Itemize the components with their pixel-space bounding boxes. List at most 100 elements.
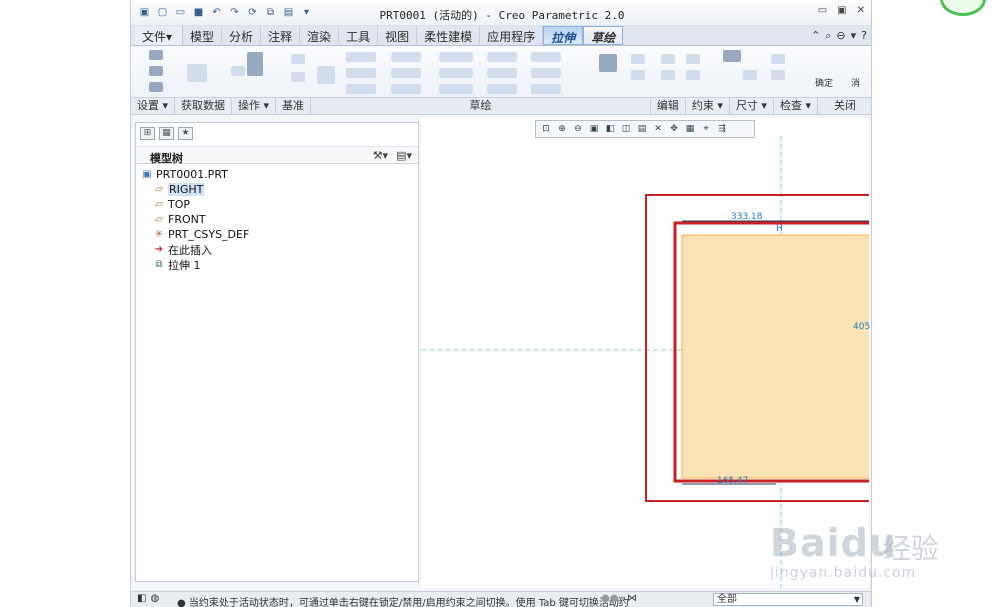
group-close: 关闭 — [818, 98, 871, 115]
fillet-icon[interactable] — [439, 52, 473, 62]
arc-icon[interactable] — [391, 52, 421, 62]
maximize-icon[interactable]: ▣ — [837, 5, 846, 16]
group-dimension[interactable]: 尺寸 ▾ — [730, 98, 774, 115]
tab-render[interactable]: 渲染 — [300, 26, 340, 45]
model-tree-tab-icon[interactable]: ⊞ — [140, 127, 155, 140]
datum-plane-icon: ▱ — [155, 214, 163, 225]
divide-icon[interactable] — [631, 70, 645, 80]
tree-node-front[interactable]: ▱ FRONT — [140, 212, 249, 227]
circle-icon[interactable] — [346, 84, 376, 94]
tree-node-label: PRT_CSYS_DEF — [168, 228, 250, 241]
insert-arrow-icon: ➜ — [154, 244, 164, 255]
tab-annotate[interactable]: 注释 — [261, 26, 301, 45]
centerline-icon[interactable] — [291, 54, 305, 64]
mirror-icon[interactable] — [631, 54, 645, 64]
horizontal-constraint-icon[interactable] — [661, 70, 675, 80]
dimension-right-value[interactable]: 405.85 — [853, 322, 871, 332]
group-setup[interactable]: 设置 ▾ — [131, 98, 176, 115]
status-message: ● 当约束处于活动状态时，可通过单击右键在锁定/禁用/启用约束之间切换。使用 T… — [177, 598, 629, 607]
chamfer-icon[interactable] — [439, 68, 473, 78]
dimension-top-value[interactable]: 333.18 — [731, 212, 763, 222]
search-icon[interactable]: ⌕ — [825, 29, 831, 43]
tree-node-csys[interactable]: ✳ PRT_CSYS_DEF — [140, 227, 250, 242]
settings-icon[interactable]: ⊖ — [836, 29, 845, 43]
collapse-ribbon-icon[interactable]: ⌃ — [811, 29, 820, 43]
tab-right-controls: ⌃ ⌕ ⊖ ▾ ? — [811, 29, 867, 43]
offset-icon[interactable] — [487, 52, 517, 62]
minimize-icon[interactable]: ▭ — [818, 5, 827, 16]
modify-icon[interactable] — [599, 54, 617, 72]
watermark-logo: Baidu — [770, 521, 897, 565]
feature-requirements-icon[interactable] — [771, 70, 785, 80]
extrude-icon: ⧉ — [155, 259, 163, 270]
overlapping-geometry-icon[interactable] — [771, 54, 785, 64]
tree-node-label: RIGHT — [168, 183, 205, 196]
tree-node-extrude[interactable]: ⧉ 拉伸 1 — [140, 257, 249, 272]
ellipse-icon[interactable] — [391, 68, 421, 78]
dropdown-icon[interactable]: ▾ — [851, 29, 857, 43]
tree-node-label: FRONT — [168, 213, 206, 226]
group-inspect[interactable]: 检查 ▾ — [774, 98, 818, 115]
point-icon[interactable] — [291, 72, 305, 82]
construction-mode-icon[interactable] — [317, 66, 335, 84]
tab-flexible-modeling[interactable]: 柔性建模 — [417, 26, 481, 45]
folder-browser-tab-icon[interactable]: ▦ — [159, 127, 174, 140]
sketch-setup-icon[interactable] — [149, 50, 163, 60]
dimension-bottom-value[interactable]: 165.47 — [717, 476, 749, 486]
tree-node-label: 拉伸 1 — [168, 258, 201, 272]
tree-node-part[interactable]: ▣ PRT0001.PRT — [140, 167, 249, 182]
tree-columns-icon[interactable]: ▤▾ — [396, 149, 412, 162]
tab-analysis[interactable]: 分析 — [222, 26, 262, 45]
tab-model[interactable]: 模型 — [183, 26, 223, 45]
tree-node-label: PRT0001.PRT — [156, 168, 228, 181]
regen-status-icon[interactable]: ⋈ — [627, 593, 637, 604]
navigator-toggle-icon[interactable]: ◧ — [137, 593, 146, 604]
model-tree-header-icons: ⚒▾ ▤▾ — [373, 149, 412, 162]
group-datum: 基准 — [276, 98, 312, 115]
thicken-icon[interactable] — [487, 68, 517, 78]
vertical-constraint-icon[interactable] — [661, 54, 675, 64]
tab-file[interactable]: 文件▾ — [135, 26, 184, 45]
favorites-tab-icon[interactable]: ★ — [178, 127, 193, 140]
coordinate-system-icon[interactable] — [531, 84, 561, 94]
tab-applications[interactable]: 应用程序 — [480, 26, 544, 45]
part-icon: ▣ — [142, 169, 152, 180]
tangent-constraint-icon[interactable] — [686, 70, 700, 80]
help-icon[interactable]: ? — [861, 29, 867, 43]
group-sketching: 草绘 — [311, 98, 651, 115]
tab-view[interactable]: 视图 — [378, 26, 418, 45]
references-icon[interactable] — [149, 66, 163, 76]
select-icon[interactable] — [247, 52, 263, 76]
line-icon[interactable] — [346, 52, 376, 62]
group-constrain[interactable]: 约束 ▾ — [686, 98, 730, 115]
dimension-icon[interactable] — [723, 50, 741, 62]
tree-node-right[interactable]: ▱ RIGHT — [140, 182, 249, 197]
perpendicular-constraint-icon[interactable] — [686, 54, 700, 64]
project-icon[interactable] — [531, 52, 561, 62]
file-system-icon[interactable] — [187, 64, 207, 82]
close-icon[interactable]: ✕ — [857, 5, 865, 16]
tab-extrude[interactable]: 拉伸 — [543, 26, 584, 45]
sketch-view-icon[interactable] — [149, 82, 163, 92]
rectangle-icon[interactable] — [346, 68, 376, 78]
model-tree-title: 模型树 — [150, 152, 183, 165]
progress-dots-icon: ●●━ — [601, 593, 625, 604]
status-icons: ◧ ◍ — [137, 593, 159, 604]
group-operations[interactable]: 操作 ▾ — [232, 98, 277, 115]
tab-tools[interactable]: 工具 — [339, 26, 379, 45]
text-icon[interactable] — [439, 84, 473, 94]
tree-node-top[interactable]: ▱ TOP — [140, 197, 249, 212]
palette-icon[interactable] — [487, 84, 517, 94]
tree-settings-icon[interactable]: ⚒▾ — [373, 149, 388, 162]
watermark-url: jingyan.baidu.com — [770, 565, 917, 581]
navigator-tools: ⊞ ▦ ★ — [140, 127, 193, 140]
centerline-geometry-icon[interactable] — [531, 68, 561, 78]
spline-icon[interactable] — [391, 84, 421, 94]
ribbon-group-labels: 设置 ▾ 获取数据 操作 ▾ 基准 草绘 编辑 约束 ▾ 尺寸 ▾ 检查 ▾ 关… — [131, 98, 871, 115]
horizontal-constraint-label[interactable]: H — [776, 224, 783, 234]
browser-toggle-icon[interactable]: ◍ — [150, 593, 159, 604]
tab-sketch[interactable]: 草绘 — [583, 26, 624, 45]
cut-icon[interactable] — [231, 66, 245, 76]
tree-node-insert-here[interactable]: ➜ 在此插入 — [140, 242, 249, 257]
baseline-icon[interactable] — [743, 70, 757, 80]
